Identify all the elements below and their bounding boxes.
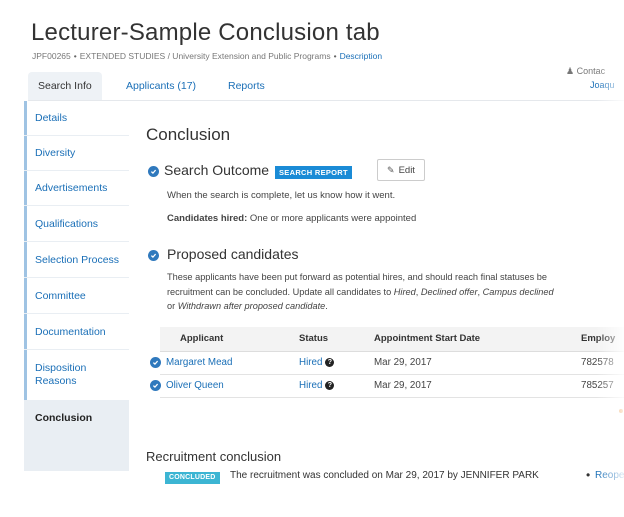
table-header: Applicant Status Appointment Start Date … <box>160 327 624 352</box>
employee-id-cell: 785257 <box>581 380 614 391</box>
sidebar-item-documentation[interactable]: Documentation <box>24 314 129 349</box>
search-outcome-title: Search Outcome <box>164 162 270 178</box>
tab-applicants[interactable]: Applicants (17) <box>126 72 196 100</box>
start-date-cell: Mar 29, 2017 <box>374 357 432 368</box>
check-circle-icon <box>148 166 159 177</box>
indicator-dot <box>619 409 623 413</box>
table-row: Margaret Mead Hired? Mar 29, 2017 782578 <box>150 352 624 375</box>
check-circle-icon <box>150 380 161 391</box>
table-row: Oliver Queen Hired? Mar 29, 2017 785257 <box>150 375 624 398</box>
candidates-hired-label: Candidates hired: <box>167 213 248 224</box>
search-report-badge[interactable]: SEARCH REPORT <box>275 166 352 179</box>
proposed-description: These applicants have been put forward a… <box>167 272 554 311</box>
help-icon[interactable]: ? <box>325 380 335 390</box>
check-circle-icon <box>150 357 161 368</box>
sidebar-item-qualifications[interactable]: Qualifications <box>24 206 129 241</box>
job-id: JPF00265 <box>32 51 71 61</box>
col-start-date: Appointment Start Date <box>374 333 481 344</box>
status-cell: Hired? <box>299 352 335 374</box>
sidebar: Details Diversity Advertisements Qualifi… <box>24 101 129 471</box>
page-title: Lecturer-Sample Conclusion tab <box>31 19 380 46</box>
recruitment-conclusion-title: Recruitment conclusion <box>146 449 282 464</box>
job-subline: JPF00265 • EXTENDED STUDIES / University E… <box>32 51 383 61</box>
start-date-cell: Mar 29, 2017 <box>374 380 432 391</box>
status-link[interactable]: Hired <box>299 357 322 368</box>
help-icon[interactable]: ? <box>325 357 335 367</box>
col-applicant: Applicant <box>180 333 224 344</box>
employee-id-cell: 782578 <box>581 357 614 368</box>
sidebar-item-disposition-reasons[interactable]: Disposition Reasons <box>24 350 129 400</box>
col-employee-id: Employ <box>581 333 616 344</box>
sidebar-item-diversity[interactable]: Diversity <box>24 136 129 170</box>
proposed-candidates-title: Proposed candidates <box>167 246 299 262</box>
check-circle-icon <box>148 250 159 261</box>
sidebar-item-advertisements[interactable]: Advertisements <box>24 171 129 205</box>
concluded-text: The recruitment was concluded on Mar 29,… <box>230 470 539 481</box>
status-link[interactable]: Hired <box>299 380 322 391</box>
page-header: Lecturer-Sample Conclusion tab JPF00265 •… <box>0 0 624 110</box>
description-link[interactable]: Description <box>340 51 383 61</box>
user-icon: ♟ <box>566 66 575 76</box>
sidebar-item-committee[interactable]: Committee <box>24 278 129 313</box>
sidebar-item-details[interactable]: Details <box>24 101 129 135</box>
sidebar-item-conclusion[interactable]: Conclusion <box>24 401 129 435</box>
edit-button[interactable]: ✎ Edit <box>377 159 425 181</box>
applicant-link[interactable]: Margaret Mead <box>166 352 232 374</box>
section-heading: Conclusion <box>146 125 231 144</box>
search-outcome-hint: When the search is complete, let us know… <box>167 190 396 201</box>
bullet-separator: • <box>586 468 591 482</box>
main-content: Conclusion Search Outcome SEARCH REPORT … <box>146 101 624 517</box>
pencil-icon: ✎ <box>387 164 395 175</box>
col-status: Status <box>299 333 329 344</box>
candidates-hired-line: Candidates hired: One or more applicants… <box>167 213 416 224</box>
reopen-link[interactable]: Reope <box>595 470 624 481</box>
job-unit: EXTENDED STUDIES / University Extension … <box>79 51 331 61</box>
tab-search-info[interactable]: Search Info <box>28 72 102 100</box>
status-cell: Hired? <box>299 375 335 397</box>
candidates-hired-value: One or more applicants were appointed <box>249 213 417 224</box>
app-frame: Lecturer-Sample Conclusion tab JPF00265 •… <box>0 0 624 517</box>
contact-label: ♟ Contac <box>566 66 606 76</box>
concluded-badge: CONCLUDED <box>165 472 220 484</box>
sidebar-item-selection-process[interactable]: Selection Process <box>24 242 129 277</box>
tab-reports[interactable]: Reports <box>228 72 265 100</box>
applicant-link[interactable]: Oliver Queen <box>166 375 224 397</box>
contact-name-link[interactable]: Joaqu <box>590 80 615 90</box>
